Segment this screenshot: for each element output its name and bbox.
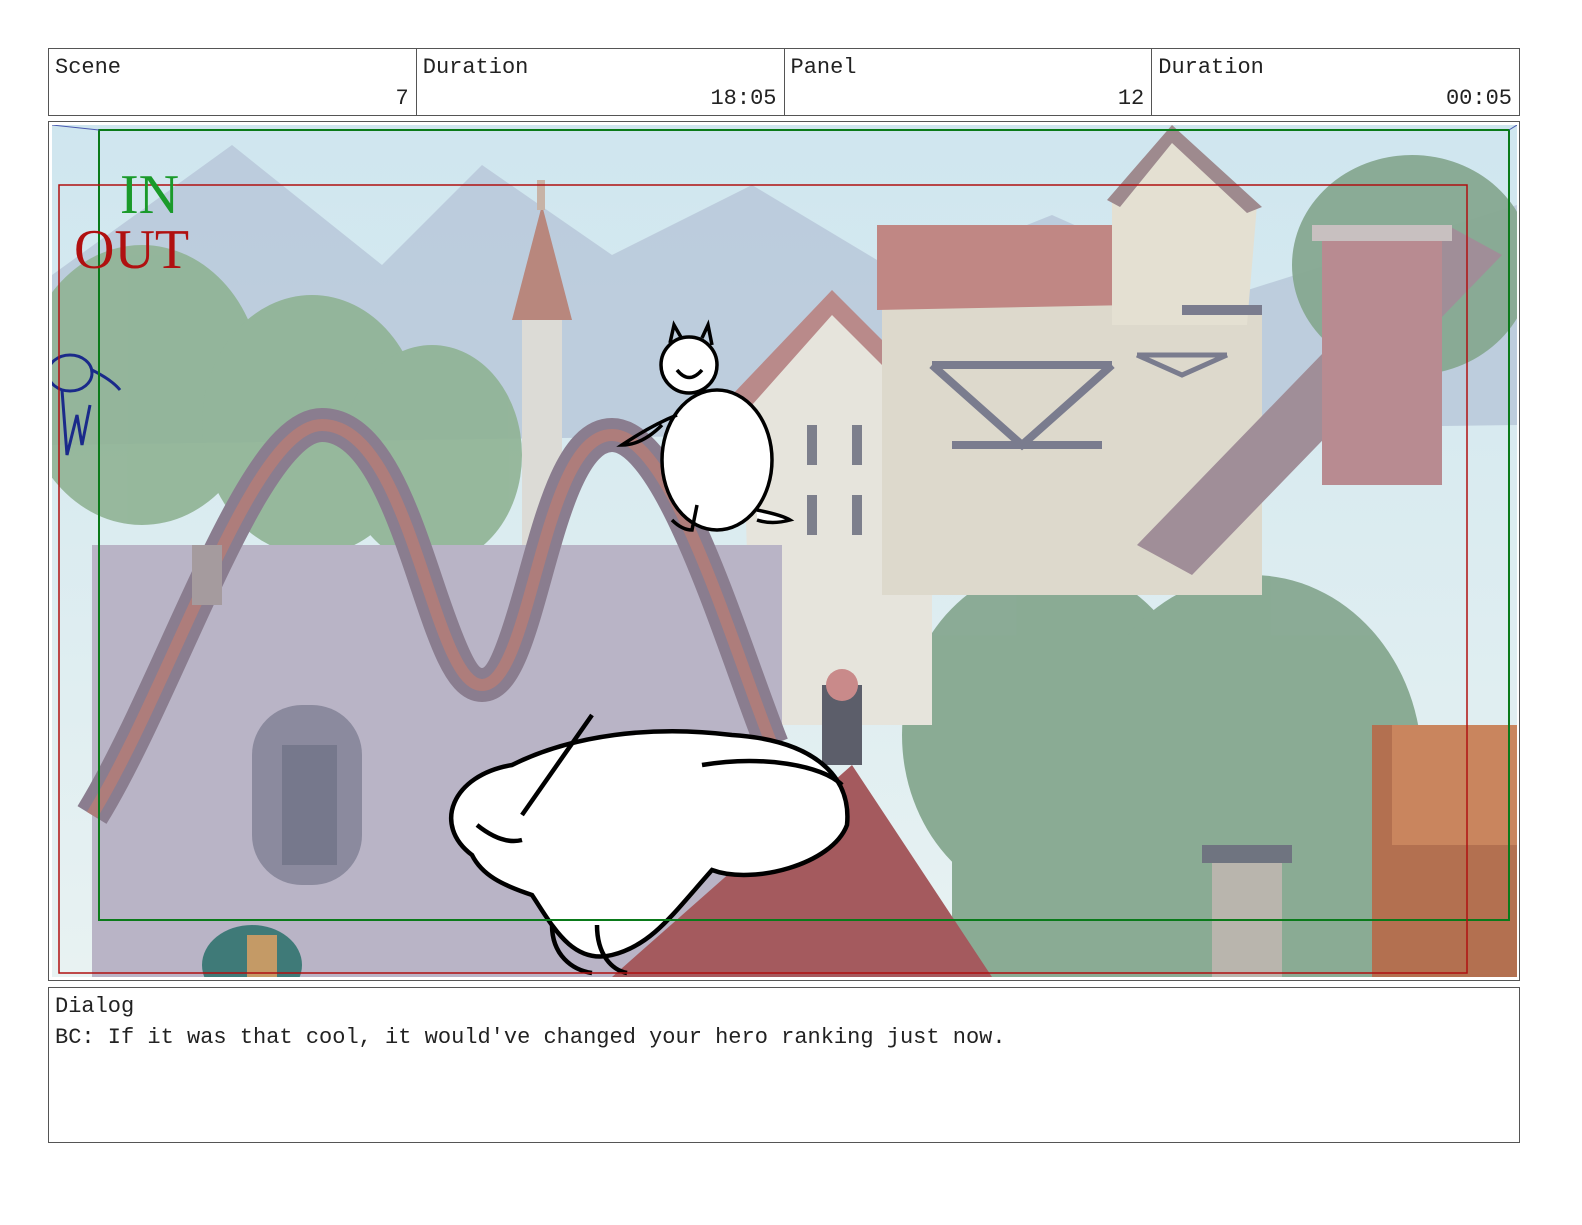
scene-value: 7 xyxy=(395,86,409,111)
scene-duration-label: Duration xyxy=(422,55,529,80)
dialog-text: BC: If it was that cool, it would've cha… xyxy=(55,1025,1006,1050)
panel-duration-label: Duration xyxy=(1158,55,1264,80)
in-label: IN xyxy=(120,164,179,226)
scene-duration-value: 18:05 xyxy=(710,86,777,111)
panel-duration-value: 00:05 xyxy=(1445,86,1512,111)
panel-label: Panel xyxy=(790,55,857,80)
dialog-box: Dialog BC: If it was that cool, it would… xyxy=(48,987,1520,1143)
dialog-label: Dialog xyxy=(55,994,135,1019)
scene-duration-cell: Duration 18:05 xyxy=(417,49,785,115)
storyboard-canvas: IN OUT xyxy=(52,125,1517,977)
panel-duration-cell: Duration 00:05 xyxy=(1152,49,1519,115)
panel-value: 12 xyxy=(1117,86,1145,111)
panel-info-header: Scene 7 Duration 18:05 Panel 12 Duration… xyxy=(48,48,1520,116)
scene-cell: Scene 7 xyxy=(49,49,417,115)
out-label: OUT xyxy=(74,219,189,281)
storyboard-frame: IN OUT xyxy=(48,121,1520,981)
panel-cell: Panel 12 xyxy=(785,49,1153,115)
scene-label: Scene xyxy=(55,55,122,80)
